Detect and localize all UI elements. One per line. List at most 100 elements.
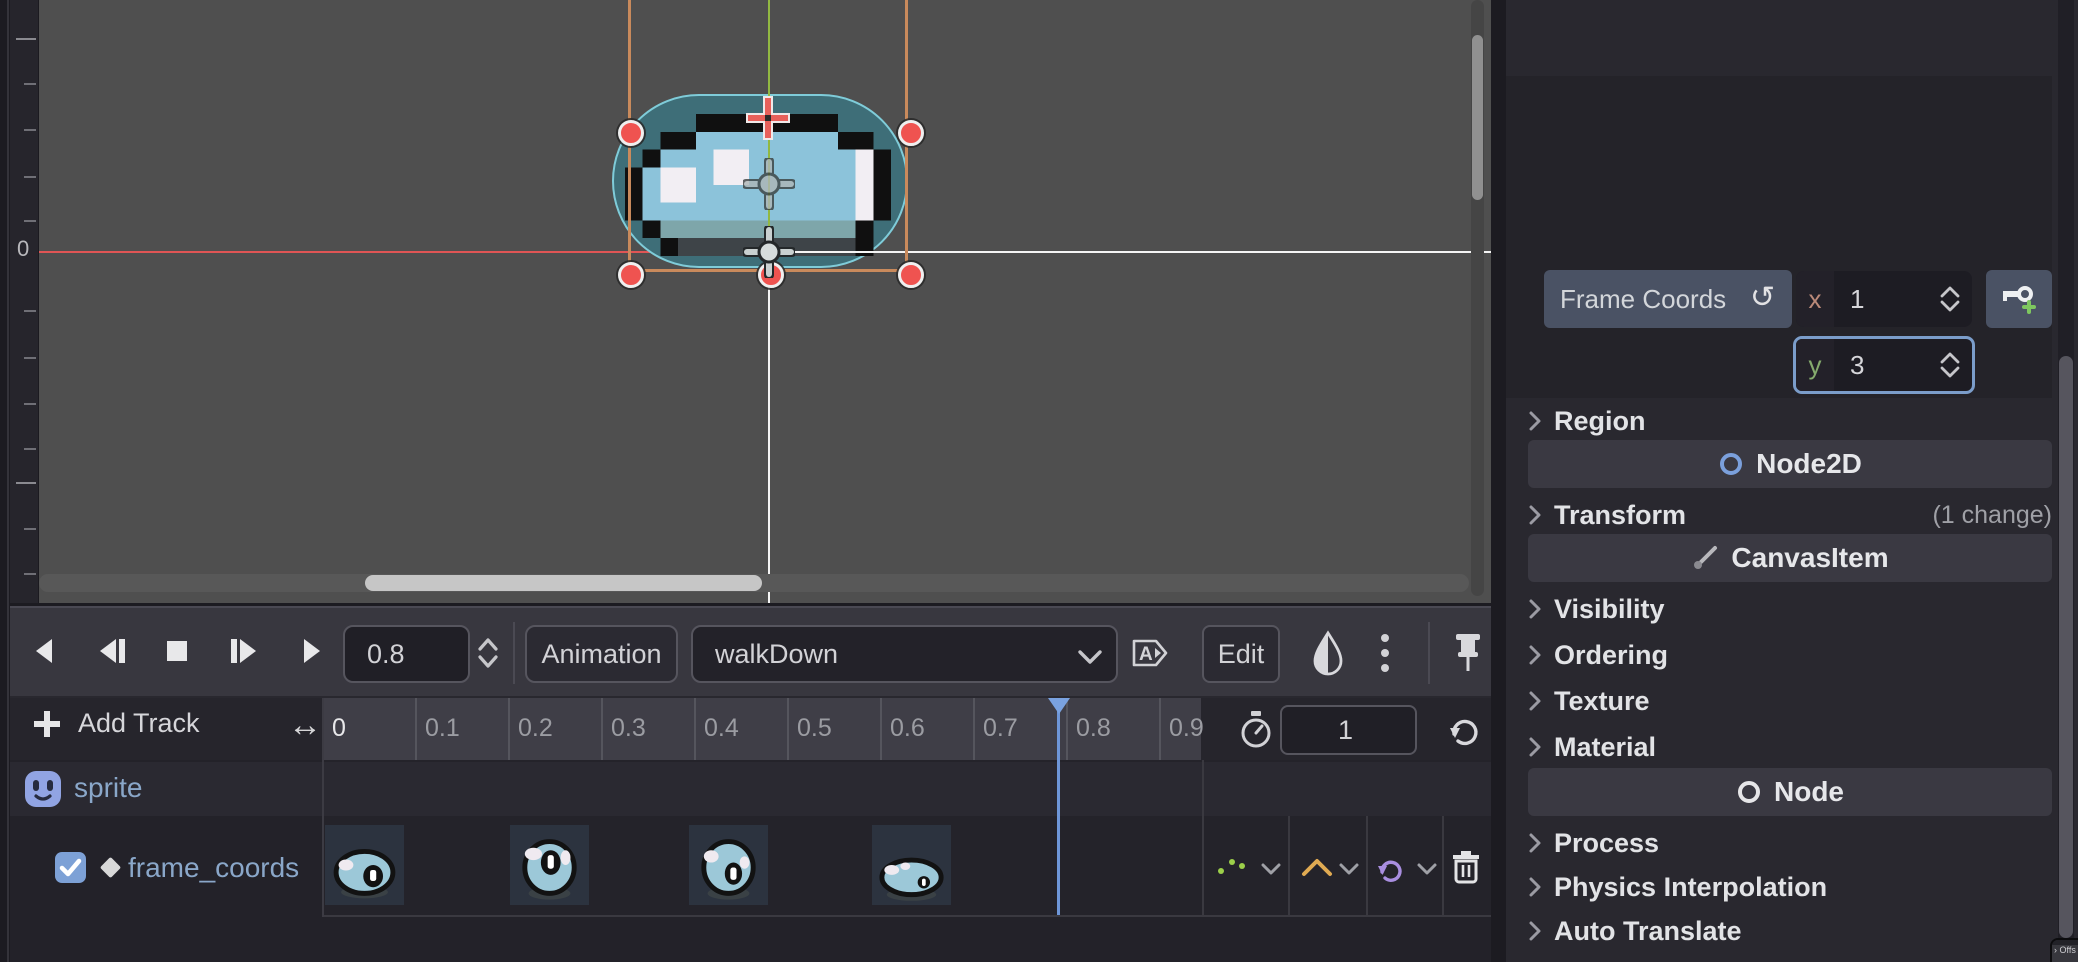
inspector-section-texture[interactable]: Texture [1528, 682, 2052, 720]
track-property-name[interactable]: frame_coords [128, 852, 299, 884]
frame-coords-highlight[interactable]: Frame Coords ↺ [1544, 270, 1792, 328]
selection-handle[interactable] [618, 262, 644, 288]
toolbar-separator [513, 622, 515, 684]
property-label: Frame Coords [1560, 284, 1726, 315]
chevron-right-icon [1528, 504, 1542, 526]
tracks-bottom-border [322, 915, 1491, 917]
section-label: Transform [1554, 500, 1686, 531]
inspector-category-node2d[interactable]: Node2D [1528, 440, 2052, 488]
transform-change-count: (1 change) [1932, 501, 2052, 530]
track-separator [1288, 816, 1290, 915]
inspector-section-visibility[interactable]: Visibility [1528, 590, 2052, 628]
section-label: Region [1554, 406, 1646, 437]
playhead-line[interactable] [1057, 702, 1060, 915]
spinner-icon[interactable] [1938, 284, 1962, 314]
track-group-row[interactable]: sprite [10, 762, 1491, 816]
animation-select-value: walkDown [715, 639, 838, 670]
selection-handle[interactable] [898, 262, 924, 288]
inspector-section-ordering[interactable]: Ordering [1528, 636, 2052, 674]
loop-wrap-dropdown[interactable] [1416, 862, 1438, 876]
interpolation-mode-icon [1300, 856, 1334, 878]
ruler-tick-label: 0.9 [1169, 714, 1204, 743]
inspector-section-auto-translate[interactable]: Auto Translate [1528, 912, 2052, 950]
track-separator [1366, 816, 1368, 915]
inspector-section-region[interactable]: Region [1528, 402, 2052, 440]
play-button[interactable] [294, 634, 328, 668]
pivot-gizmo[interactable] [743, 226, 795, 278]
track-node-name[interactable]: sprite [74, 772, 142, 804]
inspector-section-physics-interpolation[interactable]: Physics Interpolation [1528, 868, 2052, 906]
mini-popup-label: Offs [2060, 945, 2076, 955]
delete-track-icon[interactable] [1450, 850, 1482, 884]
section-label: Auto Translate [1554, 916, 1742, 947]
animation-length-stopwatch-icon [1238, 710, 1274, 750]
pivot-gizmo[interactable] [743, 158, 795, 210]
seek-position-value: 0.8 [367, 639, 405, 670]
section-label: Material [1554, 732, 1656, 763]
play-backwards-button[interactable] [28, 634, 62, 668]
stop-button[interactable] [160, 634, 194, 668]
keyframe-thumb[interactable] [689, 825, 768, 905]
track-enabled-checkbox[interactable] [55, 852, 86, 883]
inspector-section-process[interactable]: Process [1528, 824, 2052, 862]
timeline-zoom-resize-icon[interactable]: ↔ [288, 706, 322, 745]
keyframe-thumb[interactable] [872, 825, 951, 905]
animation-length-input[interactable]: 1 [1280, 705, 1417, 755]
playhead-handle[interactable] [1048, 698, 1070, 714]
selection-handle[interactable] [618, 120, 644, 146]
inspector-scrollbar[interactable] [2058, 0, 2074, 962]
play-backwards-from-end-button[interactable] [92, 634, 132, 668]
pin-panel-icon[interactable] [1450, 632, 1486, 674]
selection-handle[interactable] [898, 120, 924, 146]
dock-splitter[interactable] [7, 0, 9, 962]
viewport-2d[interactable]: 0 [10, 0, 1491, 603]
animation-select-dropdown[interactable]: walkDown [691, 625, 1118, 683]
inspector-category-node[interactable]: Node [1528, 768, 2052, 816]
add-track-button[interactable]: Add Track [32, 708, 200, 739]
ruler-tick-label: 0.6 [890, 714, 925, 743]
edit-button[interactable]: Edit [1202, 625, 1280, 683]
chevron-right-icon [1528, 832, 1542, 854]
animation-menu-button[interactable]: Animation [525, 625, 678, 683]
frame-coords-x-field[interactable]: x 1 [1796, 271, 1972, 327]
update-mode-dropdown[interactable] [1260, 862, 1282, 876]
add-track-label: Add Track [78, 708, 200, 739]
animation-length-value: 1 [1338, 715, 1353, 746]
revert-icon[interactable]: ↺ [1750, 280, 1775, 315]
frame-coords-y-field[interactable]: y 3 [1793, 336, 1975, 394]
edit-button-label: Edit [1218, 639, 1265, 670]
spinner-icon[interactable] [1938, 350, 1962, 380]
chevron-right-icon [1528, 736, 1542, 758]
chevron-right-icon [1528, 410, 1542, 432]
seek-spinner[interactable] [474, 636, 502, 670]
timeline-header: Add Track ↔ 0 0.1 0.2 0.3 0.4 0.5 0.6 0.… [10, 698, 1491, 760]
category-label: CanvasItem [1731, 542, 1888, 574]
ruler-tick-label: 0.8 [1076, 714, 1111, 743]
section-label: Process [1554, 828, 1659, 859]
viewport-vscrollbar[interactable] [1471, 0, 1484, 596]
inspector-section-material[interactable]: Material [1528, 728, 2052, 766]
seek-position-input[interactable]: 0.8 [343, 625, 470, 683]
chevron-down-icon [1077, 649, 1103, 665]
autoplay-on-load-icon[interactable]: A [1128, 635, 1172, 671]
animation-toolbar: 0.8 Animation walkDown A Edit [10, 608, 1491, 698]
anchor-cross-marker[interactable] [744, 94, 792, 142]
inspector-category-canvasitem[interactable]: CanvasItem [1528, 534, 2052, 582]
play-from-start-button[interactable] [224, 634, 264, 668]
viewport-hscrollbar[interactable] [39, 574, 1469, 592]
inspector-section-transform[interactable]: Transform (1 change) [1528, 496, 2052, 534]
more-options-menu-icon[interactable] [1378, 632, 1392, 674]
frame-coords-key-button[interactable] [1986, 270, 2052, 328]
update-mode-icon [1215, 856, 1251, 878]
section-label: Ordering [1554, 640, 1668, 671]
loop-mode-icon[interactable] [1446, 712, 1482, 748]
keyframe-thumb[interactable] [325, 825, 404, 905]
onion-skinning-icon[interactable] [1308, 630, 1348, 676]
interpolation-mode-dropdown[interactable] [1338, 862, 1360, 876]
keyframe-thumb[interactable] [510, 825, 589, 905]
ruler-tick-label: 0.5 [797, 714, 832, 743]
animation-panel: 0.8 Animation walkDown A Edit [10, 606, 1491, 962]
y-axis-badge: y [1809, 350, 1822, 381]
ruler-tick-label: 0.3 [611, 714, 646, 743]
crosshair-vertical-white [768, 252, 770, 603]
